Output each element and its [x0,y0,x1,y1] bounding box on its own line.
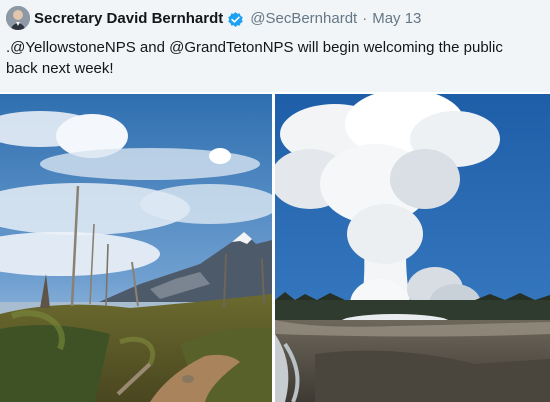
geyser-eruption-photo[interactable] [275,94,550,402]
media-grid [0,92,550,402]
display-name[interactable]: Secretary David Bernhardt [34,9,223,29]
tweet-text: .@YellowstoneNPS and @GrandTetonNPS will… [6,39,503,77]
mountain-lake-trail-photo[interactable] [0,94,272,402]
tweet[interactable]: Secretary David Bernhardt @SecBernhardt … [0,0,550,402]
tweet-date[interactable]: May 13 [372,9,421,29]
verified-badge-icon [227,11,244,28]
separator-dot: · [362,10,368,27]
tweet-header: Secretary David Bernhardt @SecBernhardt … [0,0,550,92]
author-line: Secretary David Bernhardt @SecBernhardt … [34,9,421,29]
author-handle[interactable]: @SecBernhardt [250,9,357,29]
avatar[interactable] [6,6,30,30]
